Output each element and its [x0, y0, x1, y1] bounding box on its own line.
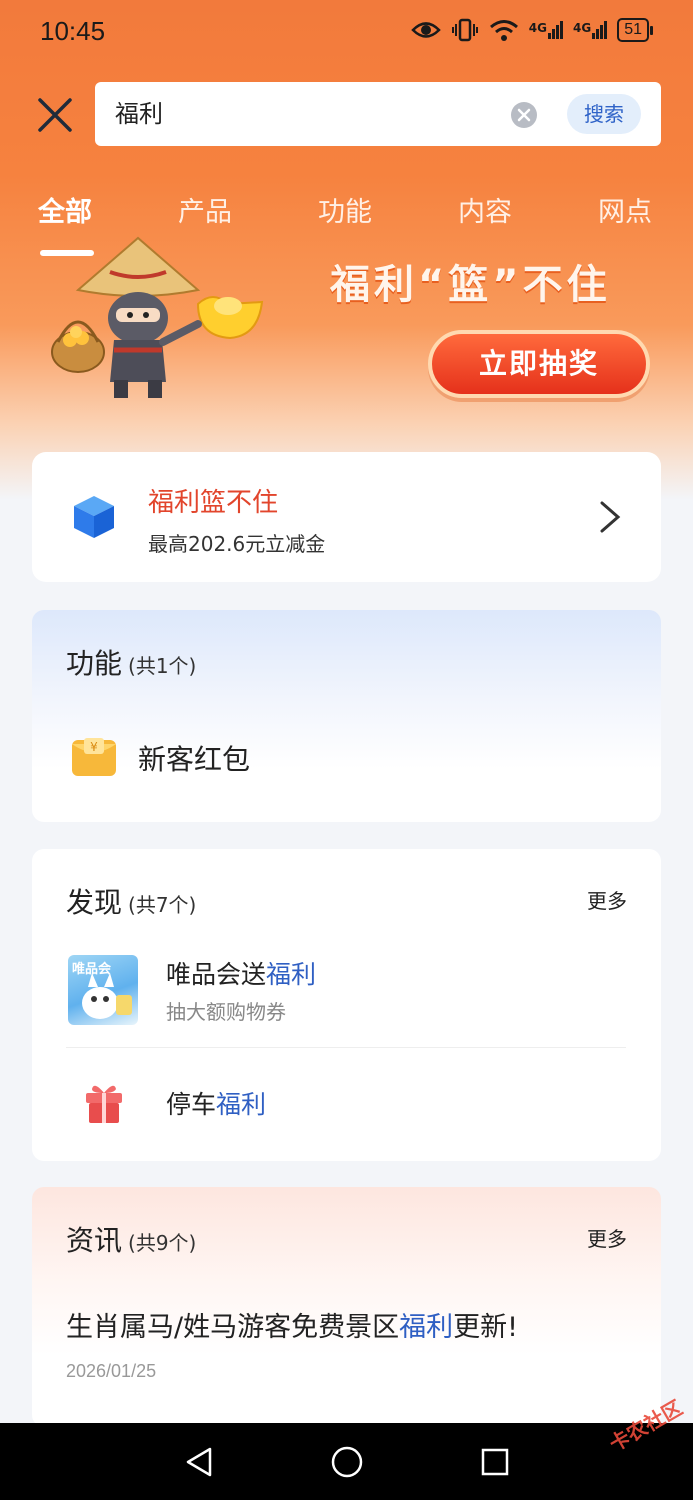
lucky-draw-button[interactable]: 立即抽奖 — [428, 330, 650, 398]
news-item-highlight: 福利 — [399, 1312, 454, 1343]
vibrate-icon — [451, 18, 478, 42]
discover-title: 发现 — [66, 886, 123, 919]
promo-card[interactable]: 福利篮不住 最高202.6元立减金 — [32, 452, 661, 582]
search-input[interactable] — [115, 82, 495, 146]
signal-icon: 4G — [529, 21, 563, 39]
news-item-date: 2026/01/25 — [66, 1361, 157, 1381]
back-icon[interactable] — [182, 1445, 216, 1479]
discover-item-parking-prefix: 停车 — [166, 1090, 217, 1119]
vip-thumbnail[interactable]: 唯品会 — [68, 955, 138, 1025]
tab-branches[interactable]: 网点 — [598, 190, 652, 229]
section-title: 功能 (共1个) — [66, 642, 196, 682]
discover-section: 发现 (共7个) 更多 唯品会 唯品会送福利 抽大额购物券 停车福利 — [32, 849, 661, 1161]
divider — [66, 1047, 626, 1048]
status-time: 10:45 — [40, 16, 106, 46]
discover-item-vip-highlight: 福利 — [266, 960, 317, 989]
search-box: 搜索 — [95, 82, 661, 146]
eye-icon — [411, 22, 441, 38]
cube-icon — [72, 494, 116, 540]
status-icons: 4G 4G 51 — [411, 18, 653, 42]
chevron-right-icon — [600, 501, 621, 533]
section-title: 发现 (共7个) — [66, 881, 196, 921]
section-title: 资讯 (共9个) — [66, 1219, 196, 1259]
promo-title: 福利篮不住 — [148, 488, 279, 518]
function-item-new-customer-red-packet[interactable]: 新客红包 — [138, 738, 250, 778]
tab-products[interactable]: 产品 — [178, 190, 232, 229]
news-item-suffix: 更新! — [453, 1312, 518, 1343]
news-item-prefix: 生肖属马/姓马游客免费景区 — [66, 1312, 400, 1343]
search-button[interactable]: 搜索 — [567, 94, 641, 134]
tab-all[interactable]: 全部 — [38, 190, 92, 229]
discover-count: (共7个) — [128, 893, 197, 917]
discover-item-vip-prefix: 唯品会送 — [166, 960, 267, 989]
close-button[interactable] — [34, 94, 76, 136]
status-bar: 10:45 4G 4G 51 — [0, 0, 693, 66]
clear-icon[interactable] — [511, 102, 537, 128]
gift-icon — [82, 1081, 126, 1125]
news-item-title[interactable]: 生肖属马/姓马游客免费景区福利更新! — [66, 1305, 518, 1344]
mascot-illustration[interactable] — [48, 232, 278, 412]
close-icon — [38, 98, 72, 132]
discover-item-parking-highlight: 福利 — [216, 1090, 267, 1119]
system-nav-bar — [0, 1423, 693, 1500]
discover-more-link[interactable]: 更多 — [587, 885, 627, 914]
network-label-2: 4G — [573, 21, 592, 35]
red-packet-icon: ¥ — [70, 736, 118, 780]
recents-icon[interactable] — [478, 1445, 512, 1479]
home-icon[interactable] — [330, 1445, 364, 1479]
tab-functions[interactable]: 功能 — [318, 190, 372, 229]
network-label: 4G — [528, 21, 547, 35]
news-section: 资讯 (共9个) 更多 生肖属马/姓马游客免费景区福利更新! 2026/01/25 — [32, 1187, 661, 1427]
battery-icon: 51 — [617, 18, 653, 42]
banner-title: 福利“篮”不住 — [330, 262, 611, 308]
function-count: (共1个) — [128, 654, 197, 678]
tab-content[interactable]: 内容 — [458, 190, 512, 229]
function-title: 功能 — [66, 647, 123, 680]
promo-subtitle: 最高202.6元立减金 — [148, 532, 326, 556]
signal-icon-2: 4G — [573, 21, 608, 39]
discover-item-vip-title[interactable]: 唯品会送福利 — [166, 955, 316, 991]
news-count: (共9个) — [128, 1231, 197, 1255]
svg-text:¥: ¥ — [90, 740, 98, 754]
function-section: 功能 (共1个) ¥ 新客红包 — [32, 610, 661, 822]
discover-item-vip-subtitle: 抽大额购物券 — [166, 1000, 286, 1024]
wifi-icon — [489, 20, 518, 41]
discover-item-parking-title[interactable]: 停车福利 — [166, 1085, 266, 1121]
battery-level: 51 — [617, 18, 649, 42]
news-more-link[interactable]: 更多 — [587, 1223, 627, 1252]
news-title: 资讯 — [66, 1224, 123, 1257]
